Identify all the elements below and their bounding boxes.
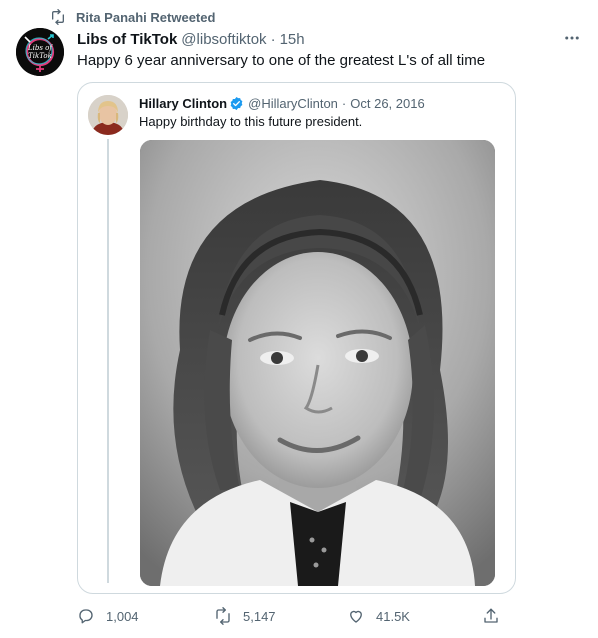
quoted-author-avatar[interactable] <box>88 95 128 135</box>
retweet-button[interactable]: 5,147 <box>214 604 276 628</box>
author-name[interactable]: Libs of TikTok <box>77 31 177 48</box>
libs-of-tiktok-logo: Libs of TikTok <box>16 28 64 76</box>
tweet-actions: 1,004 5,147 41.5K <box>77 604 507 628</box>
retweet-count: 5,147 <box>243 608 276 624</box>
quoted-tweet-photo[interactable] <box>140 140 495 586</box>
tweet-timestamp[interactable]: 15h <box>280 31 305 48</box>
quoted-tweet-header: Hillary Clinton @HillaryClinton · Oct 26… <box>139 94 505 112</box>
black-and-white-portrait-image <box>140 140 495 586</box>
svg-text:TikTok: TikTok <box>28 52 52 60</box>
separator: · <box>341 95 347 111</box>
retweet-banner: Rita Panahi Retweeted <box>50 9 215 25</box>
author-avatar[interactable]: Libs of TikTok <box>16 28 64 76</box>
quoted-author-handle[interactable]: @HillaryClinton <box>248 96 338 111</box>
reply-icon <box>79 609 93 624</box>
reply-button[interactable]: 1,004 <box>77 604 139 628</box>
author-handle[interactable]: @libsoftiktok <box>181 31 266 48</box>
like-count: 41.5K <box>376 608 410 624</box>
retweet-icon <box>216 607 230 625</box>
svg-text:Libs of: Libs of <box>27 44 53 52</box>
separator: · <box>270 30 276 48</box>
quoted-tweet-date[interactable]: Oct 26, 2016 <box>350 96 424 111</box>
share-button[interactable] <box>482 604 500 628</box>
share-icon <box>484 608 498 623</box>
more-options-button[interactable] <box>562 28 582 48</box>
thread-line <box>107 139 109 583</box>
hillary-avatar-image <box>88 95 128 135</box>
quoted-author-name[interactable]: Hillary Clinton <box>139 96 227 111</box>
retweeted-by-label[interactable]: Rita Panahi Retweeted <box>76 10 215 25</box>
reply-count: 1,004 <box>106 608 139 624</box>
quoted-tweet[interactable]: Hillary Clinton @HillaryClinton · Oct 26… <box>77 82 516 594</box>
more-icon <box>565 36 579 40</box>
quoted-tweet-text: Happy birthday to this future president. <box>139 114 363 129</box>
retweet-icon <box>52 9 64 25</box>
heart-icon <box>350 610 362 623</box>
tweet-header: Libs of TikTok @libsoftiktok · 15h <box>77 29 582 49</box>
like-button[interactable]: 41.5K <box>347 604 410 628</box>
tweet-text: Happy 6 year anniversary to one of the g… <box>77 52 486 69</box>
verified-badge-icon <box>230 96 243 110</box>
